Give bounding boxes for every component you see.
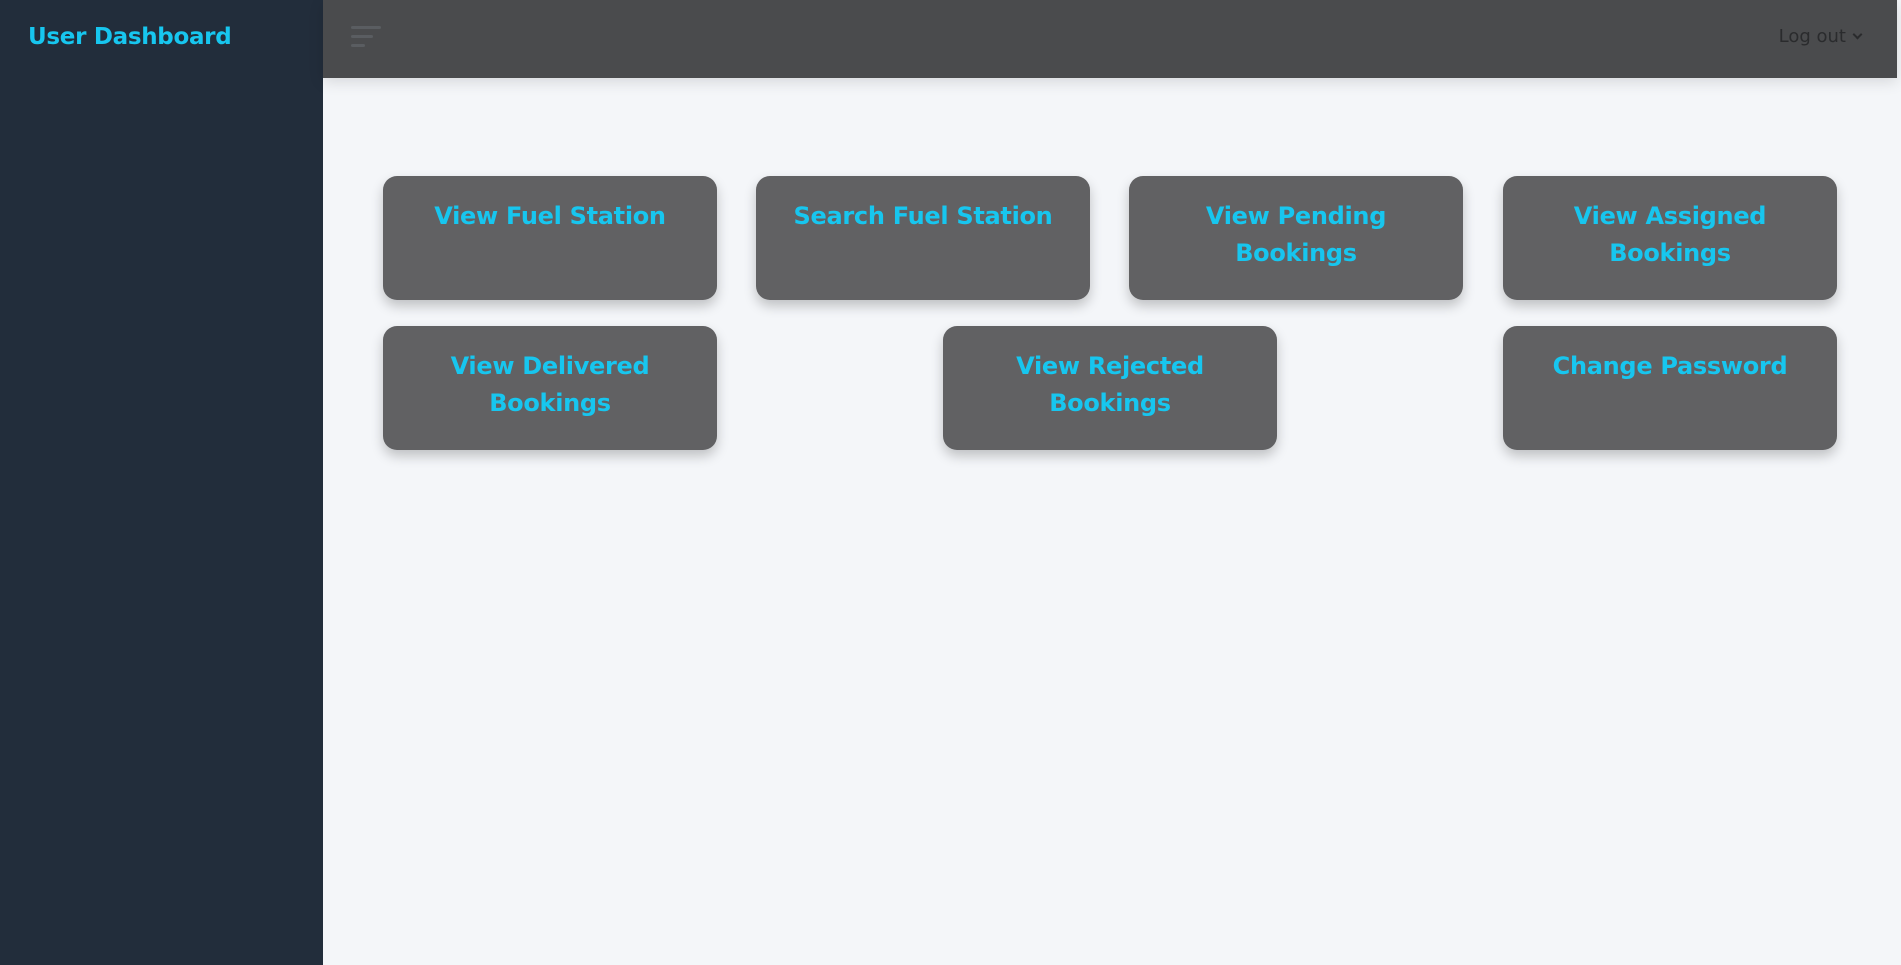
card-label: Change Password	[1552, 352, 1788, 380]
card-label: View Pending Bookings	[1205, 202, 1387, 267]
change-password-card[interactable]: Change Password	[1503, 326, 1837, 450]
view-assigned-bookings-card[interactable]: View Assigned Bookings	[1503, 176, 1837, 300]
sidebar: User Dashboard	[0, 0, 323, 965]
top-navbar: Log out	[323, 0, 1897, 78]
view-rejected-bookings-card[interactable]: View Rejected Bookings	[943, 326, 1277, 450]
card-label: Search Fuel Station	[793, 202, 1053, 230]
view-pending-bookings-card[interactable]: View Pending Bookings	[1129, 176, 1463, 300]
search-fuel-station-card[interactable]: Search Fuel Station	[756, 176, 1090, 300]
card-label: View Fuel Station	[434, 202, 666, 230]
logout-dropdown[interactable]: Log out	[1778, 26, 1863, 47]
chevron-down-icon	[1852, 29, 1863, 40]
card-label: View Delivered Bookings	[450, 352, 650, 417]
logout-label: Log out	[1778, 26, 1846, 47]
card-label: View Rejected Bookings	[1016, 352, 1204, 417]
brand-title[interactable]: User Dashboard	[28, 24, 232, 50]
hamburger-menu-icon[interactable]	[351, 24, 381, 48]
view-delivered-bookings-card[interactable]: View Delivered Bookings	[383, 326, 717, 450]
view-fuel-station-card[interactable]: View Fuel Station	[383, 176, 717, 300]
card-label: View Assigned Bookings	[1573, 202, 1767, 267]
